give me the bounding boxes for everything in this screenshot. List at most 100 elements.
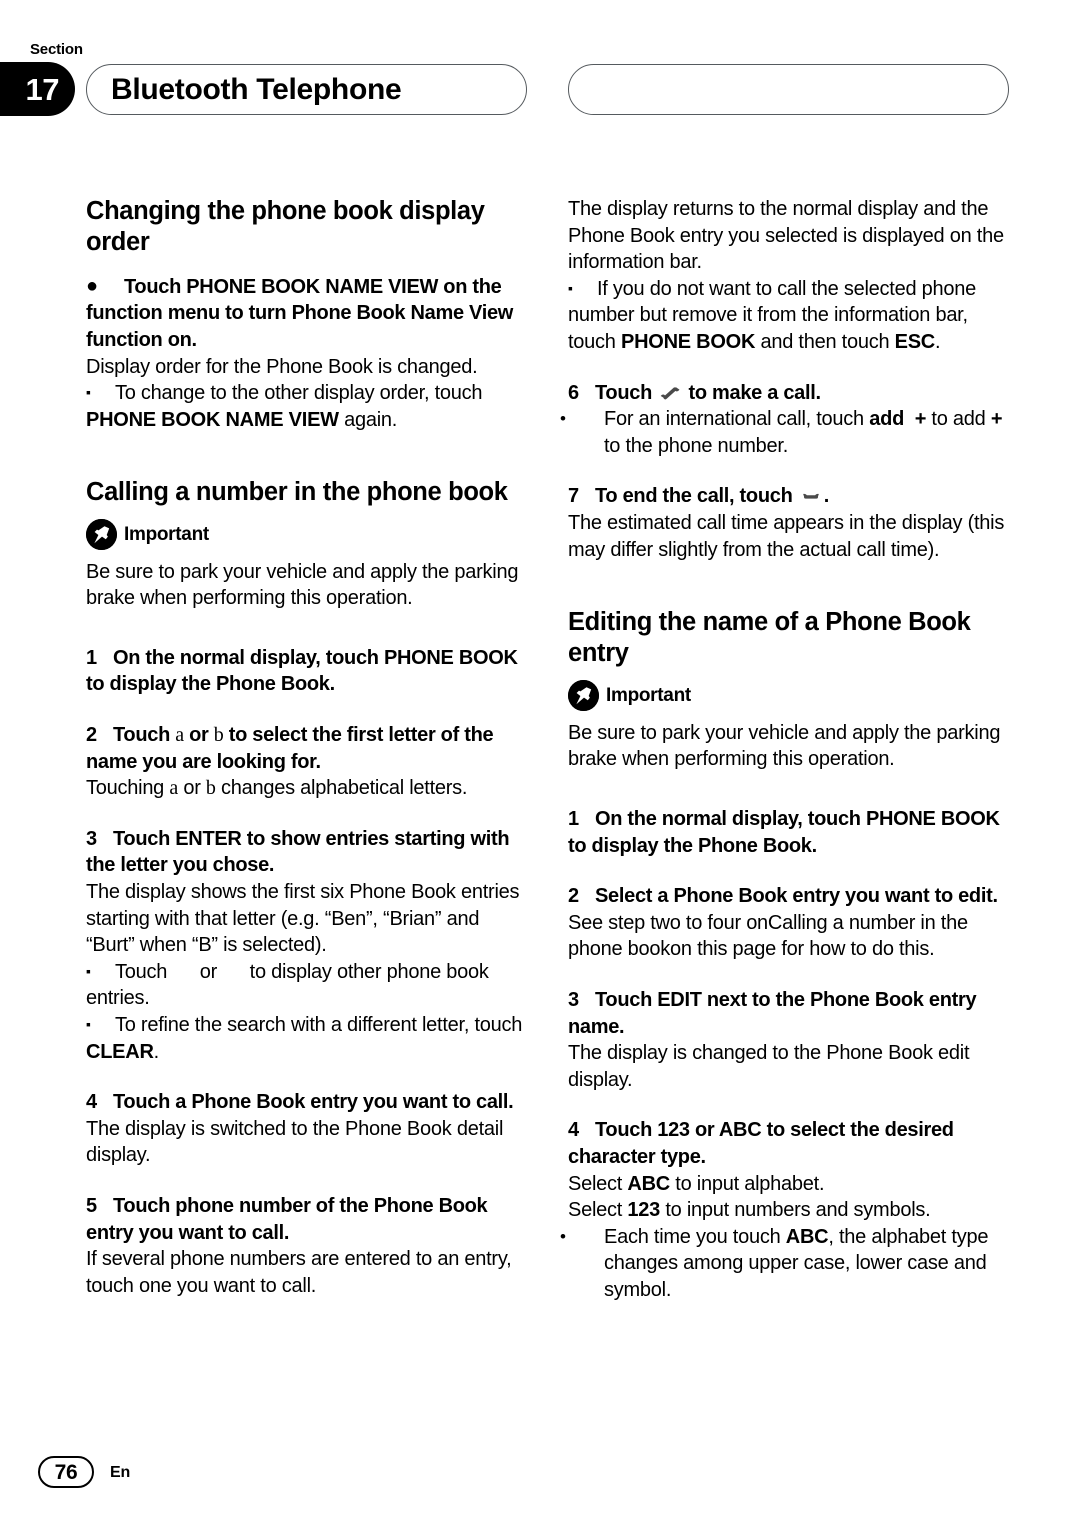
dot-bullet-icon: • (560, 1226, 566, 1246)
step-7-body-right: The estimated call time appears in the d… (568, 511, 1005, 561)
step-text: Touch a Phone Book entry you want to cal… (113, 1091, 514, 1114)
phone-handset-onhook-icon (800, 489, 822, 504)
step-text: Touch phone number of the Phone Book ent… (86, 1194, 488, 1244)
right-column: The display returns to the normal displa… (560, 196, 1013, 1304)
step-3-body-left: The display shows the first six Phone Bo… (86, 880, 520, 957)
manual-page: Section 17 Bluetooth Telephone Changing … (0, 0, 1080, 1529)
step-text: Touch ENTER to show entries starting wit… (86, 827, 510, 877)
step-text-pre: To end the call, touch (595, 485, 798, 508)
bullet-dot-icon: ● (86, 274, 98, 297)
step-4-body-123: Select 123 to input numbers and symbols. (568, 1197, 1013, 1224)
body-a: Select (568, 1199, 628, 1222)
step-text: On the normal display, touch PHONE BOOK … (568, 808, 1000, 857)
note-text-b: PHONE BOOK NAME VIEW (86, 408, 339, 431)
note-text-e: . (935, 330, 941, 353)
step-1-left: 1 On the normal display, touch PHONE BOOK… (86, 645, 531, 698)
important-label: Important (124, 523, 209, 545)
step-4-right: 4 Touch 123 or ABC to select the desired … (568, 1117, 1013, 1170)
step-text: Touch 123 or ABC to select the desired c… (568, 1119, 954, 1168)
square-bullet-icon: ▪ (568, 279, 573, 296)
pushpin-icon (86, 518, 117, 550)
step-text-mid: or (183, 724, 214, 747)
important-text-right: Be sure to park your vehicle and apply t… (568, 721, 1001, 771)
step-number: 5 (86, 1194, 97, 1217)
step-6-right: 6 Touch to make a call. (568, 380, 1013, 407)
step-number: 7 (568, 485, 579, 508)
square-bullet-icon: ▪ (86, 384, 91, 401)
note-change-other-display-order: ▪ To change to the other display order, t… (86, 380, 531, 433)
button-label-123: 123 (627, 1199, 661, 1222)
note-text-a: To change to the other display order, to… (115, 382, 483, 405)
note-text-a: To refine the search with a different le… (115, 1013, 523, 1036)
step-text-post: to make a call. (683, 381, 822, 404)
important-label: Important (606, 684, 691, 706)
body-c: to input numbers and symbols. (660, 1199, 931, 1222)
page-title-pill-right-empty (568, 64, 1009, 115)
button-label-add: add (869, 408, 905, 431)
step-number: 1 (568, 808, 579, 831)
symbol-up-arrow-glyph: a (169, 777, 179, 800)
text-display-order-changed: Display order for the Phone Book is chan… (86, 355, 478, 378)
note-text-a: Each time you touch (604, 1225, 786, 1248)
page-footer: 76 En (0, 1439, 1080, 1529)
note-text-c: . (153, 1040, 160, 1063)
body-post: changes alphabetical letters. (215, 777, 468, 800)
section-number-tab: 17 (0, 62, 75, 116)
step-3-body-right: The display is changed to the Phone Book… (568, 1042, 970, 1091)
body-pre: Touching (86, 777, 170, 800)
note-text-f: to the phone number. (604, 434, 789, 457)
step-2-right: 2 Select a Phone Book entry you want to e… (568, 883, 1013, 910)
step-7-right: 7 To end the call, touch . (568, 483, 1013, 510)
page-title: Bluetooth Telephone (111, 72, 402, 106)
note-text-c: and then touch (755, 330, 895, 353)
step-text-pre: Touch (595, 381, 658, 404)
note-text-a: Touch (115, 960, 173, 983)
note-touch-to-display-other-entries: ▪ Touch or to display other phone book en… (86, 959, 531, 1012)
language-code: En (110, 1464, 131, 1481)
button-label-abc: ABC (627, 1172, 670, 1195)
note-remove-from-information-bar: ▪ If you do not want to call the selected… (568, 276, 1013, 356)
symbol-up-arrow-glyph: a (175, 724, 184, 747)
step-number: 2 (86, 724, 97, 747)
step-2-left: 2 Touch a or b to select the first letter… (86, 722, 531, 775)
page-number: 76 (54, 1460, 78, 1484)
step-5-left: 5 Touch phone number of the Phone Book en… (86, 1193, 531, 1246)
note-text-d: to add (926, 408, 991, 431)
step-number: 3 (86, 827, 97, 850)
step-text-post: . (823, 485, 830, 508)
left-column: Changing the phone book display order ● T… (86, 196, 531, 1299)
bullet-touch-phone-book-name-view: ● Touch PHONE BOOK NAME VIEW on the funct… (86, 273, 531, 354)
page-number-badge: 76 (38, 1456, 94, 1488)
pushpin-icon (568, 679, 599, 711)
heading-changing-phone-book-display-order: Changing the phone book display order (86, 197, 485, 257)
heading-editing-the-name-of-a-phone-book-entry: Editing the name of a Phone Book entry (568, 608, 971, 668)
note-refine-search-clear: ▪ To refine the search with a different l… (86, 1012, 531, 1065)
note-text-a: For an international call, touch (604, 408, 870, 431)
symbol-down-arrow-glyph: b (213, 724, 224, 747)
step-2-body-right: See step two to four onCalling a number … (568, 911, 968, 961)
note-text-b: PHONE BOOK (620, 330, 756, 353)
note-text-b: CLEAR (86, 1040, 154, 1063)
note-text-c: again. (338, 408, 398, 431)
note-abc-cycles-case: • Each time you touch ABC, the alphabet t… (560, 1224, 1013, 1304)
body-mid: or (178, 777, 206, 800)
step-number: 4 (86, 1091, 97, 1114)
step-number: 3 (568, 989, 579, 1011)
important-badge-right: Important (568, 679, 1013, 711)
important-text-left: Be sure to park your vehicle and apply t… (86, 560, 519, 610)
step-text-pre: Touch (113, 724, 176, 747)
step-1-right: 1 On the normal display, touch PHONE BOOK… (568, 806, 1013, 859)
note-text-d: ESC (894, 330, 936, 353)
square-bullet-icon: ▪ (86, 1015, 91, 1032)
step-text: Select a Phone Book entry you want to ed… (595, 885, 998, 908)
symbol-down-arrow-glyph: b (205, 777, 216, 800)
dot-bullet-icon: • (560, 409, 566, 429)
button-label-plus: + (914, 408, 927, 431)
step-4-body-left: The display is switched to the Phone Boo… (86, 1117, 504, 1167)
step-number: 4 (568, 1119, 579, 1142)
step-3-left: 3 Touch ENTER to show entries starting wi… (86, 826, 531, 879)
note-text-b: or (194, 960, 223, 983)
square-bullet-icon: ▪ (86, 962, 91, 979)
step-text: Touch EDIT next to the Phone Book entry … (568, 989, 977, 1038)
page-header: Section 17 Bluetooth Telephone (0, 0, 1080, 150)
